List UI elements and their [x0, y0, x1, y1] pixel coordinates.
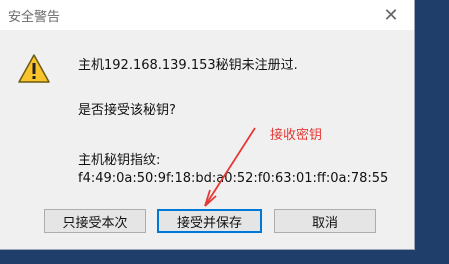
annotation-label: 接收密钥	[270, 128, 323, 143]
fingerprint-value: f4:49:0a:50:9f:18:bd:a0:52:f0:63:01:ff:0…	[78, 171, 389, 186]
fingerprint-label: 主机秘钥指纹:	[78, 153, 161, 168]
security-warning-dialog: 安全警告 ✕ 主机192.168.139.153秘钥未注册过. 是否接受该秘钥?…	[0, 0, 415, 250]
dialog-title: 安全警告	[8, 10, 61, 25]
host-key-message: 主机192.168.139.153秘钥未注册过.	[78, 58, 298, 73]
close-icon[interactable]: ✕	[368, 0, 414, 30]
warning-icon	[18, 54, 50, 83]
cancel-button[interactable]: 取消	[274, 209, 376, 233]
accept-question: 是否接受该秘钥?	[78, 103, 176, 118]
accept-once-button[interactable]: 只接受本次	[44, 209, 146, 233]
title-bar: 安全警告 ✕	[0, 0, 414, 30]
accept-and-save-button[interactable]: 接受并保存	[157, 209, 262, 233]
